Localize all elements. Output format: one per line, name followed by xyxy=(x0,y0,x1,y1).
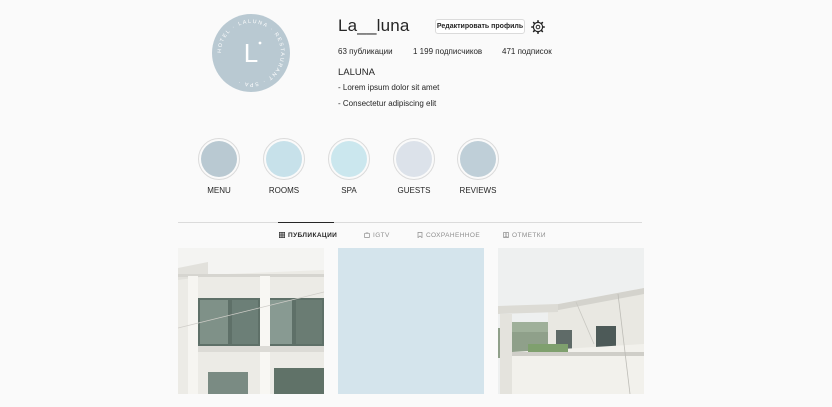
tab-label: ОТМЕТКИ xyxy=(512,232,547,239)
highlight-reviews[interactable]: REVIEWS xyxy=(448,138,508,195)
highlight-label: SPA xyxy=(341,186,357,195)
hotel-balcony-photo xyxy=(498,248,644,394)
following-stat[interactable]: 471 подписок xyxy=(502,47,552,56)
followers-count: 1 199 xyxy=(413,47,434,56)
followers-label: подписчиков xyxy=(435,47,483,56)
highlight-cover xyxy=(396,141,432,177)
highlight-spa[interactable]: SPA xyxy=(319,138,379,195)
highlight-cover xyxy=(201,141,237,177)
hotel-facade-photo xyxy=(178,248,324,394)
highlight-rooms[interactable]: ROOMS xyxy=(254,138,314,195)
post-thumbnail[interactable] xyxy=(178,248,324,394)
highlight-cover xyxy=(331,141,367,177)
bio-line-2: - Consectetur adipiscing elit xyxy=(338,99,437,108)
tag-icon xyxy=(503,232,509,238)
following-label: подписок xyxy=(517,47,552,56)
highlight-ring xyxy=(393,138,435,180)
highlight-cover xyxy=(460,141,496,177)
highlight-label: MENU xyxy=(207,186,231,195)
tab-saved[interactable]: СОХРАНЕННОЕ xyxy=(417,232,480,239)
settings-gear-icon[interactable] xyxy=(531,20,545,34)
tab-label: ПУБЛИКАЦИИ xyxy=(288,232,338,239)
posts-count: 63 xyxy=(338,47,347,56)
highlight-ring xyxy=(457,138,499,180)
followers-stat[interactable]: 1 199 подписчиков xyxy=(413,47,482,56)
posts-label: публикации xyxy=(349,47,393,56)
highlight-label: ROOMS xyxy=(268,186,300,195)
grid-icon xyxy=(279,232,285,238)
edit-profile-button[interactable]: Редактировать профиль xyxy=(435,19,525,34)
highlight-ring xyxy=(328,138,370,180)
profile-avatar[interactable]: HOTEL · LALUNA · RESTAURANT · SPA · L xyxy=(212,14,290,92)
igtv-icon xyxy=(364,232,370,238)
hotel-logo-icon: HOTEL · LALUNA · RESTAURANT · SPA · L xyxy=(217,19,284,87)
tab-posts[interactable]: ПУБЛИКАЦИИ xyxy=(279,232,337,239)
highlight-cover xyxy=(266,141,302,177)
profile-username: La__luna xyxy=(338,16,410,35)
highlight-guests[interactable]: GUESTS xyxy=(384,138,444,195)
posts-stat: 63 публикации xyxy=(338,47,393,56)
tabs-divider xyxy=(178,222,642,223)
active-tab-indicator xyxy=(278,222,334,223)
highlight-ring xyxy=(263,138,305,180)
tab-label: IGTV xyxy=(373,232,390,239)
bio-line-1: - Lorem ipsum dolor sit amet xyxy=(338,83,440,92)
bookmark-icon xyxy=(417,232,423,238)
highlight-menu[interactable]: MENU xyxy=(189,138,249,195)
tab-igtv[interactable]: IGTV xyxy=(364,232,390,239)
tab-tagged[interactable]: ОТМЕТКИ xyxy=(503,232,546,239)
highlight-ring xyxy=(198,138,240,180)
post-thumbnail[interactable] xyxy=(498,248,644,394)
post-thumbnail[interactable] xyxy=(338,248,484,394)
highlight-label: GUESTS xyxy=(397,186,431,195)
bio-name: LALUNA xyxy=(338,67,375,78)
avatar-letter: L xyxy=(244,38,258,68)
highlight-label: REVIEWS xyxy=(459,186,497,195)
following-count: 471 xyxy=(502,47,516,56)
tab-label: СОХРАНЕННОЕ xyxy=(426,232,481,239)
